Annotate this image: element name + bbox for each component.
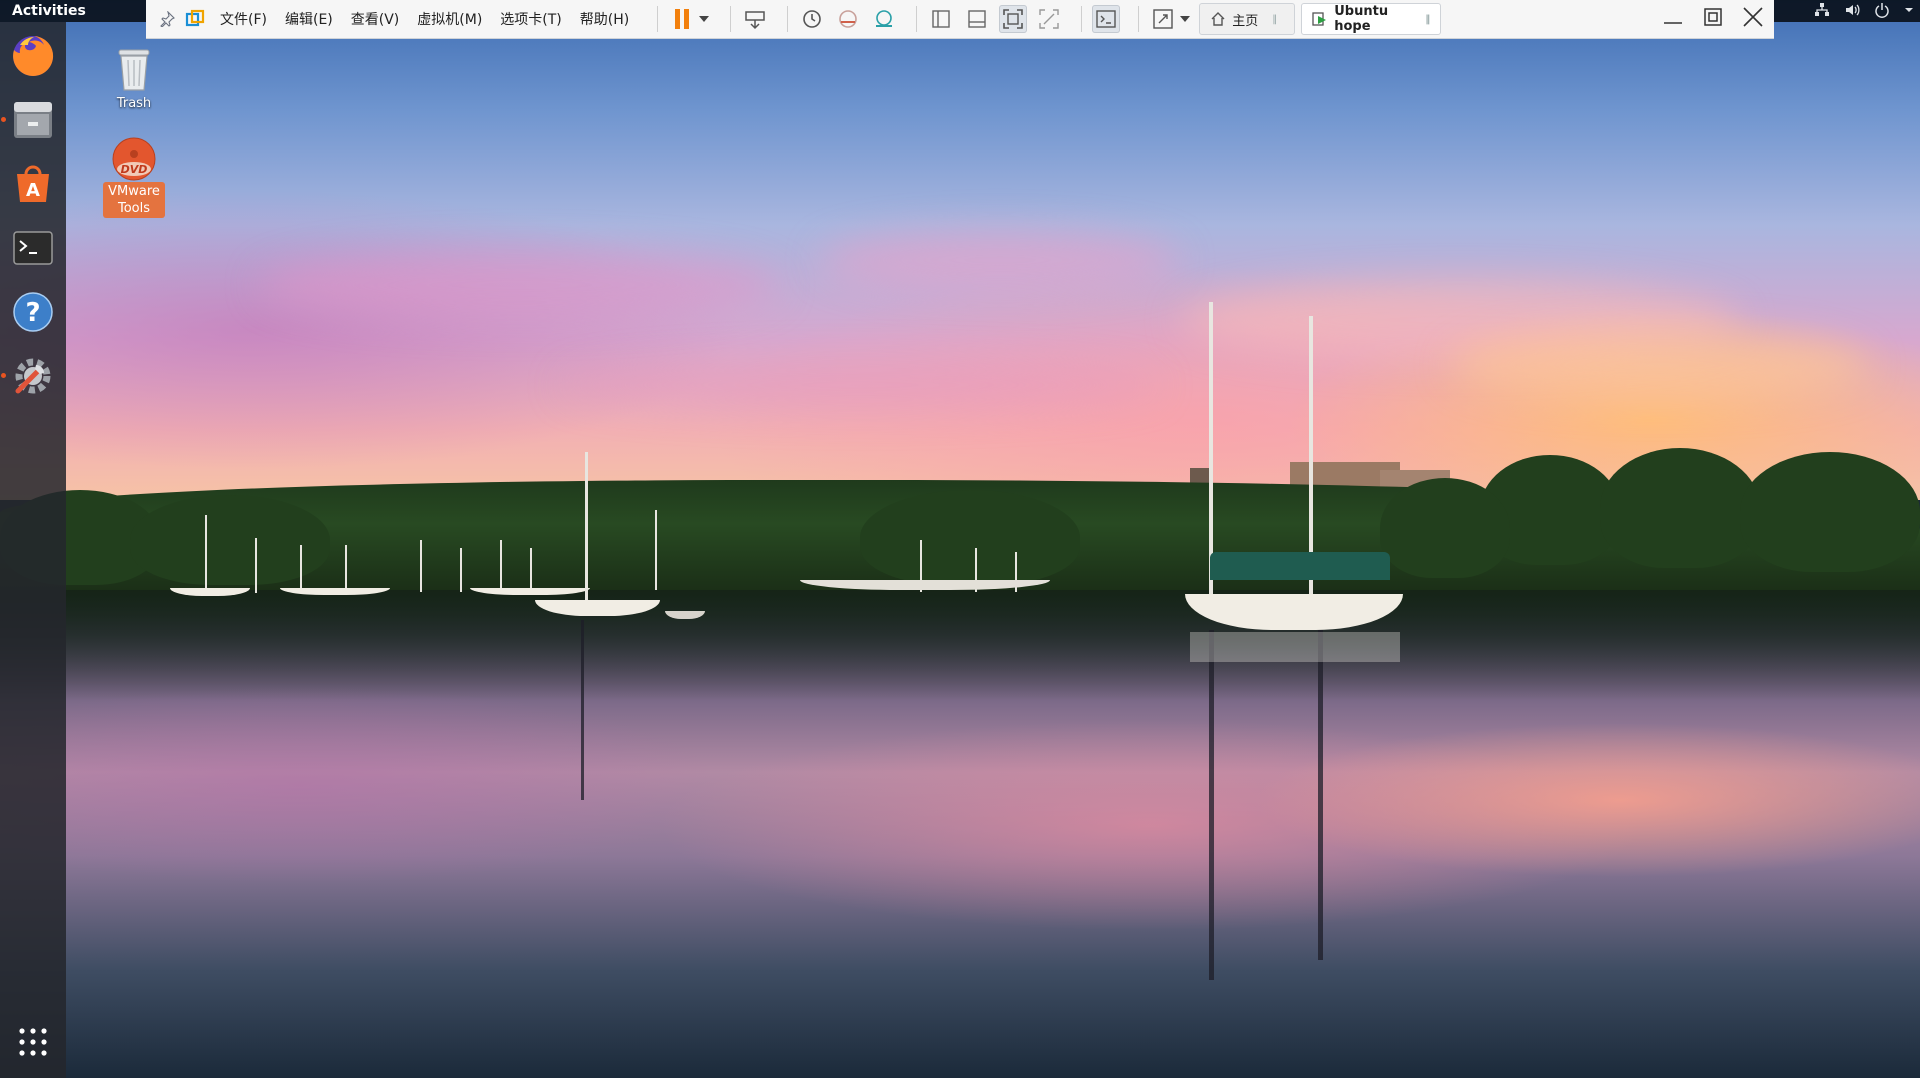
desktop-icon-label: Trash [116, 96, 152, 111]
home-icon [1210, 11, 1226, 27]
chevron-down-icon[interactable] [1904, 2, 1914, 22]
dvd-icon: DVD [96, 136, 172, 182]
firefox-icon[interactable] [9, 32, 57, 80]
snapshot-manager-icon[interactable] [870, 5, 898, 33]
desktop-icon-trash[interactable]: Trash [96, 44, 172, 113]
activities-button[interactable]: Activities [12, 3, 86, 19]
menu-edit[interactable]: 编辑(E) [285, 9, 333, 29]
close-icon[interactable]: ‖ [1272, 14, 1277, 25]
vmware-logo-icon[interactable] [184, 8, 206, 30]
tab-ubuntu-hope-label: Ubuntu hope [1334, 4, 1389, 34]
desktop-icon-label: VMware Tools [103, 182, 165, 218]
pause-dropdown-icon[interactable] [696, 5, 712, 33]
files-icon[interactable] [1, 96, 57, 144]
console-icon[interactable] [1092, 5, 1121, 33]
menu-file[interactable]: 文件(F) [220, 9, 267, 29]
menu-help[interactable]: 帮助(H) [580, 9, 629, 29]
menu-tabs[interactable]: 选项卡(T) [500, 9, 561, 29]
restore-icon[interactable] [1700, 3, 1726, 31]
power-icon[interactable] [1874, 2, 1890, 22]
pin-icon[interactable] [156, 8, 178, 30]
stretch-icon[interactable] [1149, 5, 1177, 33]
tab-ubuntu-hope[interactable]: Ubuntu hope ‖ [1301, 3, 1442, 35]
network-icon[interactable] [1814, 2, 1830, 22]
unity-icon[interactable] [1035, 5, 1063, 33]
desktop-wallpaper [0, 0, 1920, 1078]
help-icon[interactable]: ? [9, 288, 57, 336]
desktop-icon-label-line2: Tools [117, 201, 151, 216]
svg-text:?: ? [25, 298, 40, 328]
desktop-icon-label-line1: VMware [108, 184, 160, 199]
vm-running-icon [1312, 11, 1328, 27]
close-icon[interactable]: ‖ [1425, 14, 1430, 25]
tab-home[interactable]: 主页 ‖ [1199, 3, 1296, 35]
tab-home-label: 主页 [1232, 13, 1259, 29]
svg-text:A: A [26, 180, 40, 201]
terminal-icon[interactable] [9, 224, 57, 272]
close-window-icon[interactable] [1740, 3, 1766, 31]
minimize-icon[interactable] [1660, 3, 1686, 31]
desktop-icon-vmware-tools[interactable]: DVD VMware Tools [96, 136, 172, 218]
snapshot-take-icon[interactable] [798, 5, 826, 33]
show-apps-icon[interactable] [9, 1018, 57, 1066]
system-tray[interactable] [1814, 2, 1914, 22]
volume-icon[interactable] [1844, 2, 1860, 22]
trash-icon [96, 44, 172, 94]
ubuntu-dock: A ? [0, 22, 66, 1078]
send-ctrl-alt-del-icon[interactable] [741, 5, 769, 33]
pause-icon[interactable] [668, 5, 696, 33]
stretch-dropdown-icon[interactable] [1177, 5, 1193, 33]
snapshot-revert-icon[interactable] [834, 5, 862, 33]
window-controls [1660, 3, 1766, 31]
svg-text:DVD: DVD [121, 163, 148, 176]
menu-view[interactable]: 查看(V) [351, 9, 400, 29]
menu-vm[interactable]: 虚拟机(M) [417, 9, 482, 29]
fullscreen-icon[interactable] [999, 5, 1028, 33]
thumbnail-bar-icon[interactable] [963, 5, 991, 33]
software-center-icon[interactable]: A [9, 160, 57, 208]
vmware-toolbar: 文件(F) 编辑(E) 查看(V) 虚拟机(M) 选项卡(T) 帮助(H) 主页… [146, 0, 1774, 39]
library-icon[interactable] [927, 5, 955, 33]
settings-icon[interactable] [1, 352, 57, 400]
